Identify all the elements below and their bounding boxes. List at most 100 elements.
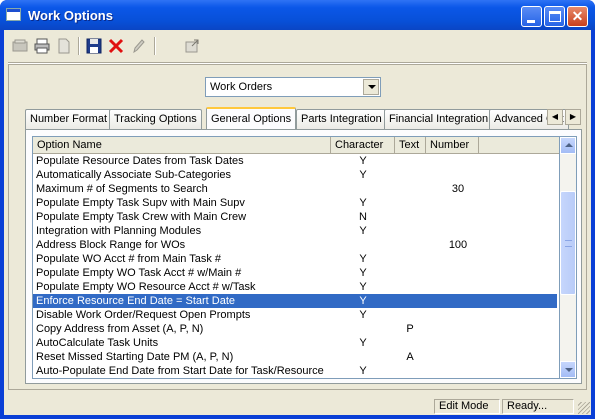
- tab-parts-integration[interactable]: Parts Integration: [296, 109, 387, 129]
- module-select-value: Work Orders: [210, 81, 273, 93]
- grid-scrollbar[interactable]: [560, 136, 577, 379]
- minimize-icon: [527, 20, 535, 23]
- tab-financial-integration[interactable]: Financial Integration: [384, 109, 494, 129]
- tab-tracking-options[interactable]: Tracking Options: [109, 109, 202, 129]
- table-row[interactable]: Populate Empty Task Crew with Main Crew N: [33, 210, 557, 224]
- print-icon: [34, 38, 50, 54]
- edit-button[interactable]: [128, 36, 148, 56]
- module-select[interactable]: Work Orders: [205, 77, 381, 97]
- column-header-option-name[interactable]: Option Name: [33, 137, 331, 154]
- option-name-cell: Integration with Planning Modules: [36, 225, 202, 237]
- column-header-character[interactable]: Character: [331, 137, 395, 154]
- maximize-button[interactable]: [544, 6, 565, 27]
- toolbar-separator: [154, 37, 156, 55]
- option-name-cell: Disable Work Order/Request Open Prompts: [36, 309, 251, 321]
- tab-strip: Number Format Tracking Options General O…: [25, 107, 581, 129]
- resize-grip-icon[interactable]: [578, 402, 590, 414]
- page-icon: [58, 38, 70, 54]
- character-cell: Y: [359, 197, 367, 209]
- table-row[interactable]: Address Block Range for WOs 100: [33, 238, 557, 252]
- new-button[interactable]: [10, 36, 30, 56]
- table-row[interactable]: AutoCalculate Task Units Y: [33, 336, 557, 350]
- option-name-cell: Populate Resource Dates from Task Dates: [36, 155, 244, 167]
- maximize-icon: [549, 11, 561, 22]
- character-cell: Y: [359, 337, 367, 349]
- option-name-cell: Maximum # of Segments to Search: [36, 183, 208, 195]
- grid-header: Option Name Character Text Number: [33, 137, 559, 154]
- number-cell: 100: [448, 239, 468, 251]
- tab-scroll-left[interactable]: ◀: [547, 109, 563, 125]
- delete-icon: [108, 38, 124, 54]
- save-button[interactable]: [84, 36, 104, 56]
- text-cell: A: [406, 351, 414, 363]
- close-icon: ✕: [571, 8, 584, 24]
- option-name-cell: Copy Address from Asset (A, P, N): [36, 323, 204, 335]
- table-row[interactable]: Integration with Planning Modules Y: [33, 224, 557, 238]
- toolbar-separator: [78, 37, 80, 55]
- status-bar: Edit Mode Ready...: [4, 397, 591, 415]
- option-name-cell: Auto-Populate End Date from Start Date f…: [36, 365, 324, 377]
- work-options-window: Work Options ✕ Work Orders Number Format…: [0, 0, 595, 419]
- table-row[interactable]: Reset Missed Starting Date PM (A, P, N) A: [33, 350, 557, 364]
- column-header-filler: [479, 137, 559, 154]
- option-name-cell: Populate Empty Task Supv with Main Supv: [36, 197, 245, 209]
- table-row[interactable]: Populate WO Acct # from Main Task # Y: [33, 252, 557, 266]
- option-name-cell: Populate Empty Task Crew with Main Crew: [36, 211, 247, 223]
- grip-icon: [565, 240, 572, 247]
- tab-number-format[interactable]: Number Format: [25, 109, 113, 129]
- option-name-cell: Address Block Range for WOs: [36, 239, 186, 251]
- column-header-text[interactable]: Text: [395, 137, 426, 154]
- option-name-cell: Populate Empty WO Task Acct # w/Main #: [36, 267, 242, 279]
- character-cell: Y: [359, 295, 367, 307]
- save-icon: [86, 38, 102, 54]
- table-row[interactable]: Disable Work Order/Request Open Prompts Y: [33, 308, 557, 322]
- scroll-up-icon[interactable]: [560, 137, 576, 154]
- options-panel: Work Orders Number Format Tracking Optio…: [8, 64, 587, 390]
- minimize-button[interactable]: [521, 6, 542, 27]
- title-bar[interactable]: Work Options ✕: [0, 0, 595, 30]
- options-grid: Option Name Character Text Number Popula…: [32, 136, 560, 379]
- table-row[interactable]: Populate Empty WO Task Acct # w/Main # Y: [33, 266, 557, 280]
- edit-icon: [133, 39, 145, 54]
- scroll-down-icon[interactable]: [560, 361, 576, 378]
- character-cell: Y: [359, 169, 367, 181]
- option-name-cell: Reset Missed Starting Date PM (A, P, N): [36, 351, 234, 363]
- character-cell: N: [359, 211, 367, 223]
- character-cell: Y: [359, 155, 367, 167]
- delete-button[interactable]: [106, 36, 126, 56]
- table-row[interactable]: Maximum # of Segments to Search 30: [33, 182, 557, 196]
- option-name-cell: Populate Empty WO Resource Acct # w/Task: [36, 281, 256, 293]
- character-cell: Y: [359, 267, 367, 279]
- character-cell: Y: [359, 309, 367, 321]
- table-row[interactable]: Populate Resource Dates from Task Dates Y: [33, 154, 557, 168]
- window-icon: [6, 8, 21, 21]
- table-row[interactable]: Populate Empty Task Supv with Main Supv Y: [33, 196, 557, 210]
- chevron-down-icon[interactable]: [363, 79, 379, 95]
- tab-general-options[interactable]: General Options: [206, 107, 297, 129]
- status-mode: Edit Mode: [434, 399, 500, 414]
- option-name-cell: AutoCalculate Task Units: [36, 337, 159, 349]
- text-cell: P: [406, 323, 414, 335]
- export-icon: [185, 39, 199, 53]
- table-row[interactable]: Automatically Associate Sub-Categories Y: [33, 168, 557, 182]
- close-button[interactable]: ✕: [567, 6, 588, 27]
- table-row[interactable]: Copy Address from Asset (A, P, N) P: [33, 322, 557, 336]
- export-button[interactable]: [182, 36, 202, 56]
- column-header-number[interactable]: Number: [426, 137, 479, 154]
- tab-scroll-right[interactable]: ▶: [565, 109, 581, 125]
- print-button[interactable]: [32, 36, 52, 56]
- table-row[interactable]: Enforce Resource End Date = Start Date Y: [33, 294, 557, 308]
- page-button[interactable]: [54, 36, 74, 56]
- status-message: Ready...: [502, 399, 574, 414]
- option-name-cell: Automatically Associate Sub-Categories: [36, 169, 232, 181]
- character-cell: Y: [359, 281, 367, 293]
- number-cell: 30: [451, 183, 465, 195]
- general-options-page: Option Name Character Text Number Popula…: [25, 129, 582, 384]
- scroll-thumb[interactable]: [560, 191, 576, 295]
- table-row[interactable]: Auto-Populate End Date from Start Date f…: [33, 364, 557, 378]
- character-cell: Y: [359, 253, 367, 265]
- option-name-cell: Populate WO Acct # from Main Task #: [36, 253, 222, 265]
- window-client: Work Orders Number Format Tracking Optio…: [4, 30, 591, 415]
- window-title: Work Options: [28, 8, 113, 23]
- table-row[interactable]: Populate Empty WO Resource Acct # w/Task…: [33, 280, 557, 294]
